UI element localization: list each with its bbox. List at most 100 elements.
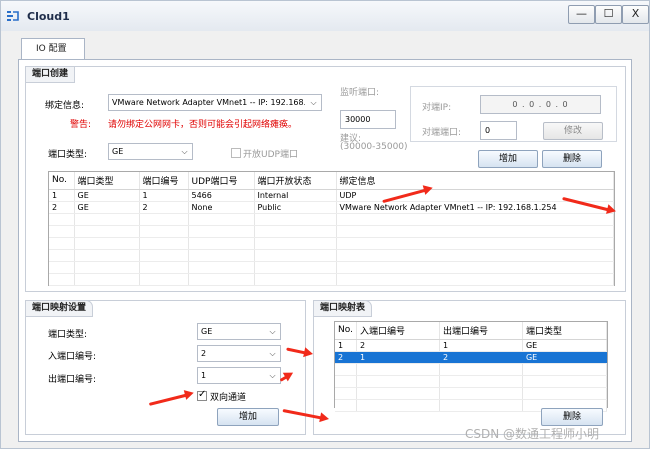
empty-table-row [335,363,608,376]
open-udp-checkbox[interactable] [231,148,241,158]
table-cell: 1 [49,189,75,202]
cloud1-window: Cloud1 — ☐ X IO 配置 端口创建 绑定信息: VMware Net… [0,0,650,449]
empty-table-row [335,375,608,388]
table-cell [188,237,255,250]
close-button[interactable]: X [622,5,649,24]
table-row[interactable]: 1 GE 1 5466 Internal UDP [49,189,614,202]
open-udp-label: 开放UDP端口 [243,150,298,160]
peer-ip-input[interactable]: 0 . 0 . 0 . 0 [480,95,601,114]
table-cell [74,249,140,262]
table-cell [254,225,337,238]
port-table-column-header[interactable]: UDP端口号 [188,172,255,190]
table-cell [49,261,75,274]
table-cell [254,273,337,286]
table-cell [188,249,255,262]
table-cell [74,237,140,250]
table-cell [254,213,337,226]
table-cell [49,225,75,238]
port-map-table-column-header[interactable]: 入端口编号 [356,322,440,340]
title-bar[interactable]: Cloud1 — ☐ X [1,1,649,31]
table-cell [254,237,337,250]
peer-ip-value: 0 . 0 . 0 . 0 [512,100,569,109]
peer-port-input[interactable]: 0 [480,121,517,140]
table-cell: 2 [356,339,440,352]
listen-port-label: 监听端口: [340,88,380,98]
peer-port-label: 对端端口: [422,128,462,138]
bind-info-select[interactable]: VMware Network Adapter VMnet1 -- IP: 192… [108,94,322,111]
table-cell: GE [522,339,608,352]
table-cell [335,399,357,412]
table-row[interactable]: 2 1 2 GE [335,351,608,364]
table-cell: VMware Network Adapter VMnet1 -- IP: 192… [336,201,614,214]
delete-mapping-button[interactable]: 删除 [541,408,603,426]
listen-port-input[interactable]: 30000 [340,110,396,129]
out-port-value: 1 [201,371,207,380]
table-cell [188,261,255,274]
port-type-value: GE [112,147,124,156]
table-cell [139,225,189,238]
chevron-down-icon: ⌵ [265,346,280,361]
port-create-title: 端口创建 [25,66,76,83]
table-cell: None [188,201,255,214]
bidirectional-checkbox[interactable] [197,389,207,401]
table-cell [188,273,255,286]
table-cell [188,213,255,226]
table-cell [335,375,357,388]
chevron-down-icon: ⌵ [265,368,280,383]
maximize-button[interactable]: ☐ [595,5,622,24]
table-cell [74,213,140,226]
port-table-column-header[interactable]: 端口类型 [74,172,140,190]
table-cell: GE [74,189,140,202]
port-map-settings-group: 端口映射设置 端口类型: GE ⌵ 入端口编号: 2 ⌵ 出端口编号: 1 ⌵ … [25,300,306,435]
table-cell [139,213,189,226]
table-cell [439,363,523,376]
table-row[interactable]: 2 GE 2 None Public VMware Network Adapter VMn… [49,201,614,214]
table-cell [336,273,614,286]
in-port-value: 2 [201,349,207,358]
window-title: Cloud1 [27,10,70,23]
table-cell: Internal [254,189,337,202]
modify-button[interactable]: 修改 [543,122,603,140]
table-cell [439,399,523,412]
empty-table-row [335,387,608,400]
table-cell: 1 [439,339,523,352]
chevron-down-icon: ⌵ [177,144,192,159]
cloud-app-icon [7,11,19,21]
port-map-table-title: 端口映射表 [313,300,373,317]
table-cell [439,387,523,400]
table-row[interactable]: 1 2 1 GE [335,339,608,352]
warning-label: 警告: [70,120,92,130]
table-cell [335,363,357,376]
port-type-select[interactable]: GE ⌵ [108,143,193,160]
table-cell: Public [254,201,337,214]
empty-table-row [49,237,614,250]
table-cell [139,237,189,250]
csdn-watermark: CSDN @数通工程师小明 [465,427,600,441]
port-map-table-column-header[interactable]: No. [335,322,357,340]
port-map-table: No. 入端口编号 出端口编号 端口类型 1 2 1 GE 2 1 2 GE [335,322,608,412]
port-map-table-column-header[interactable]: 端口类型 [522,322,608,340]
map-port-type-select[interactable]: GE ⌵ [197,323,281,340]
table-cell [336,249,614,262]
table-cell: 1 [335,339,357,352]
port-table-column-header[interactable]: 绑定信息 [336,172,614,190]
bidirectional-label: 双向通道 [210,393,247,403]
bind-info-label: 绑定信息: [45,101,85,111]
delete-port-button[interactable]: 删除 [542,150,602,168]
table-cell [74,261,140,274]
tab-io-config[interactable]: IO 配置 [21,38,85,60]
table-cell [49,273,75,286]
port-table-column-header[interactable]: No. [49,172,75,190]
empty-table-row [49,213,614,226]
out-port-select[interactable]: 1 ⌵ [197,367,281,384]
port-table-column-header[interactable]: 端口编号 [139,172,189,190]
add-port-button[interactable]: 增加 [478,150,538,168]
port-map-table-column-header[interactable]: 出端口编号 [439,322,523,340]
add-mapping-button[interactable]: 增加 [217,408,279,426]
map-port-type-label: 端口类型: [48,330,88,340]
table-cell [522,387,608,400]
minimize-button[interactable]: — [568,5,595,24]
in-port-select[interactable]: 2 ⌵ [197,345,281,362]
port-table: No. 端口类型 端口编号 UDP端口号 端口开放状态 绑定信息 1 GE 1 5466 Inter… [49,172,614,286]
port-table-column-header[interactable]: 端口开放状态 [254,172,337,190]
